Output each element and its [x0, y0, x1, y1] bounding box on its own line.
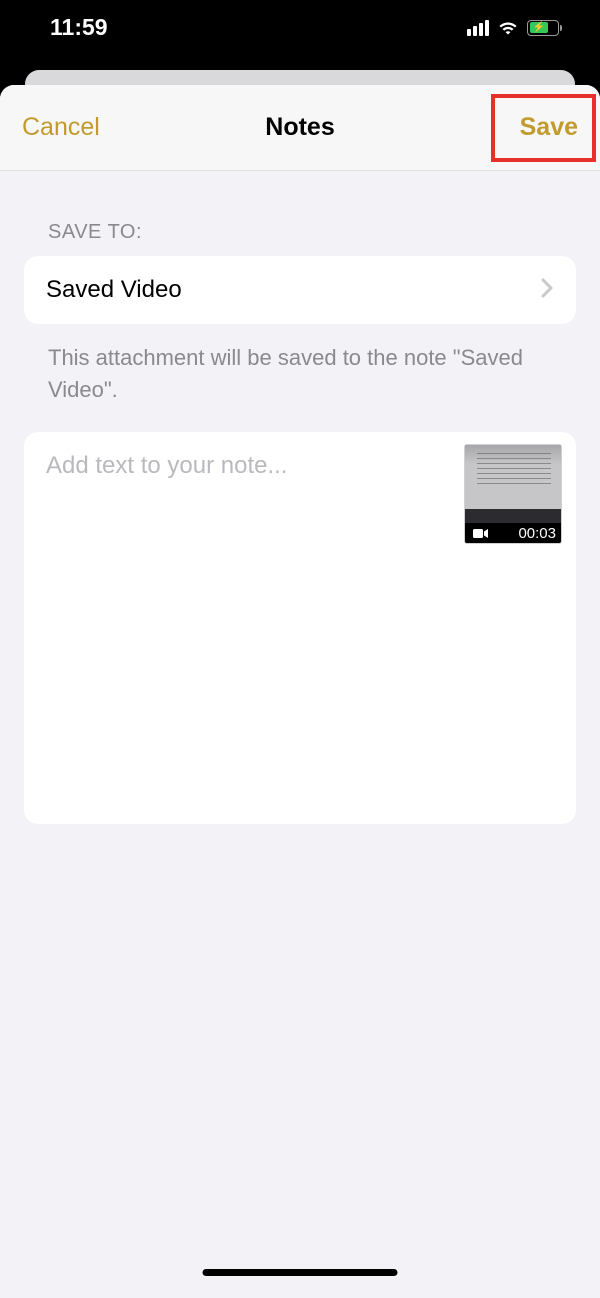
- cancel-button[interactable]: Cancel: [22, 113, 100, 142]
- wifi-icon: [497, 20, 519, 36]
- video-info-bar: 00:03: [465, 523, 561, 544]
- status-bar: 11:59 ⚡: [0, 0, 600, 55]
- status-time: 11:59: [50, 14, 108, 41]
- video-camera-icon: [473, 528, 489, 539]
- destination-note-row[interactable]: Saved Video: [24, 256, 576, 324]
- navigation-bar: Cancel Notes Save: [0, 85, 600, 171]
- home-indicator[interactable]: [203, 1269, 398, 1276]
- video-attachment-thumbnail[interactable]: 00:03: [464, 444, 562, 544]
- content-area: SAVE TO: Saved Video This attachment wil…: [0, 171, 600, 824]
- note-compose-card[interactable]: Add text to your note... 00:03: [24, 432, 576, 824]
- video-duration: 00:03: [518, 525, 556, 542]
- save-to-label: SAVE TO:: [48, 221, 576, 244]
- battery-icon: ⚡: [527, 20, 562, 36]
- video-thumbnail-preview: [465, 445, 561, 509]
- status-indicators: ⚡: [467, 20, 562, 36]
- modal-sheet: Cancel Notes Save SAVE TO: Saved Video T…: [0, 85, 600, 1298]
- video-thumbnail-divider: [465, 509, 561, 523]
- destination-note-name: Saved Video: [46, 276, 182, 304]
- save-button[interactable]: Save: [520, 113, 578, 142]
- save-explanation-text: This attachment will be saved to the not…: [48, 342, 552, 406]
- cellular-signal-icon: [467, 20, 489, 36]
- chevron-right-icon: [541, 278, 554, 303]
- page-title: Notes: [265, 113, 334, 142]
